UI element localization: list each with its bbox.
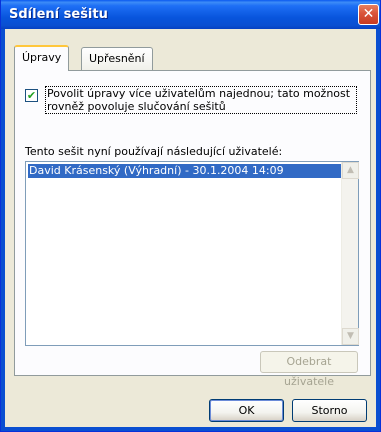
users-list-label: Tento sešit nyní používají následující u… — [25, 145, 283, 158]
tab-advanced-label: Upřesnění — [89, 52, 145, 65]
ok-label: OK — [238, 404, 255, 417]
cancel-button[interactable]: Storno — [292, 399, 367, 422]
checkmark-icon: ✔ — [26, 89, 37, 102]
scroll-down-button[interactable]: ▼ — [342, 328, 359, 345]
tab-editing-label: Úpravy — [22, 51, 62, 64]
allow-multiuser-checkbox[interactable]: ✔ — [25, 89, 38, 102]
remove-user-label: Odebrat uživatele — [284, 355, 334, 388]
title-bar[interactable]: Sdílení sešitu ✕ — [1, 0, 380, 29]
arrow-down-icon: ▼ — [347, 331, 354, 341]
tab-advanced[interactable]: Upřesnění — [81, 47, 153, 70]
cancel-label: Storno — [311, 404, 348, 417]
tab-editing[interactable]: Úpravy — [14, 45, 70, 71]
users-listbox[interactable]: David Krásenský (Výhradní) - 30.1.2004 1… — [25, 161, 359, 346]
window-border-right — [376, 29, 380, 431]
arrow-up-icon: ▲ — [347, 165, 354, 175]
tab-panel-editing: ✔ Povolit úpravy více uživatelům najedno… — [14, 70, 371, 388]
share-workbook-dialog: Sdílení sešitu ✕ Úpravy Upřesnění ✔ Povo… — [0, 0, 381, 432]
window-border-left — [1, 29, 5, 431]
close-button[interactable]: ✕ — [358, 4, 379, 25]
window-border-bottom — [1, 427, 380, 431]
dialog-title: Sdílení sešitu — [9, 7, 108, 22]
ok-button[interactable]: OK — [209, 399, 284, 422]
scroll-up-button[interactable]: ▲ — [342, 162, 359, 179]
users-scrollbar[interactable]: ▲ ▼ — [341, 162, 359, 345]
remove-user-button[interactable]: Odebrat uživatele — [260, 351, 358, 388]
close-icon: ✕ — [362, 6, 375, 22]
allow-multiuser-label[interactable]: Povolit úpravy více uživatelům najednou;… — [45, 86, 357, 114]
list-item[interactable]: David Krásenský (Výhradní) - 30.1.2004 1… — [28, 164, 341, 178]
